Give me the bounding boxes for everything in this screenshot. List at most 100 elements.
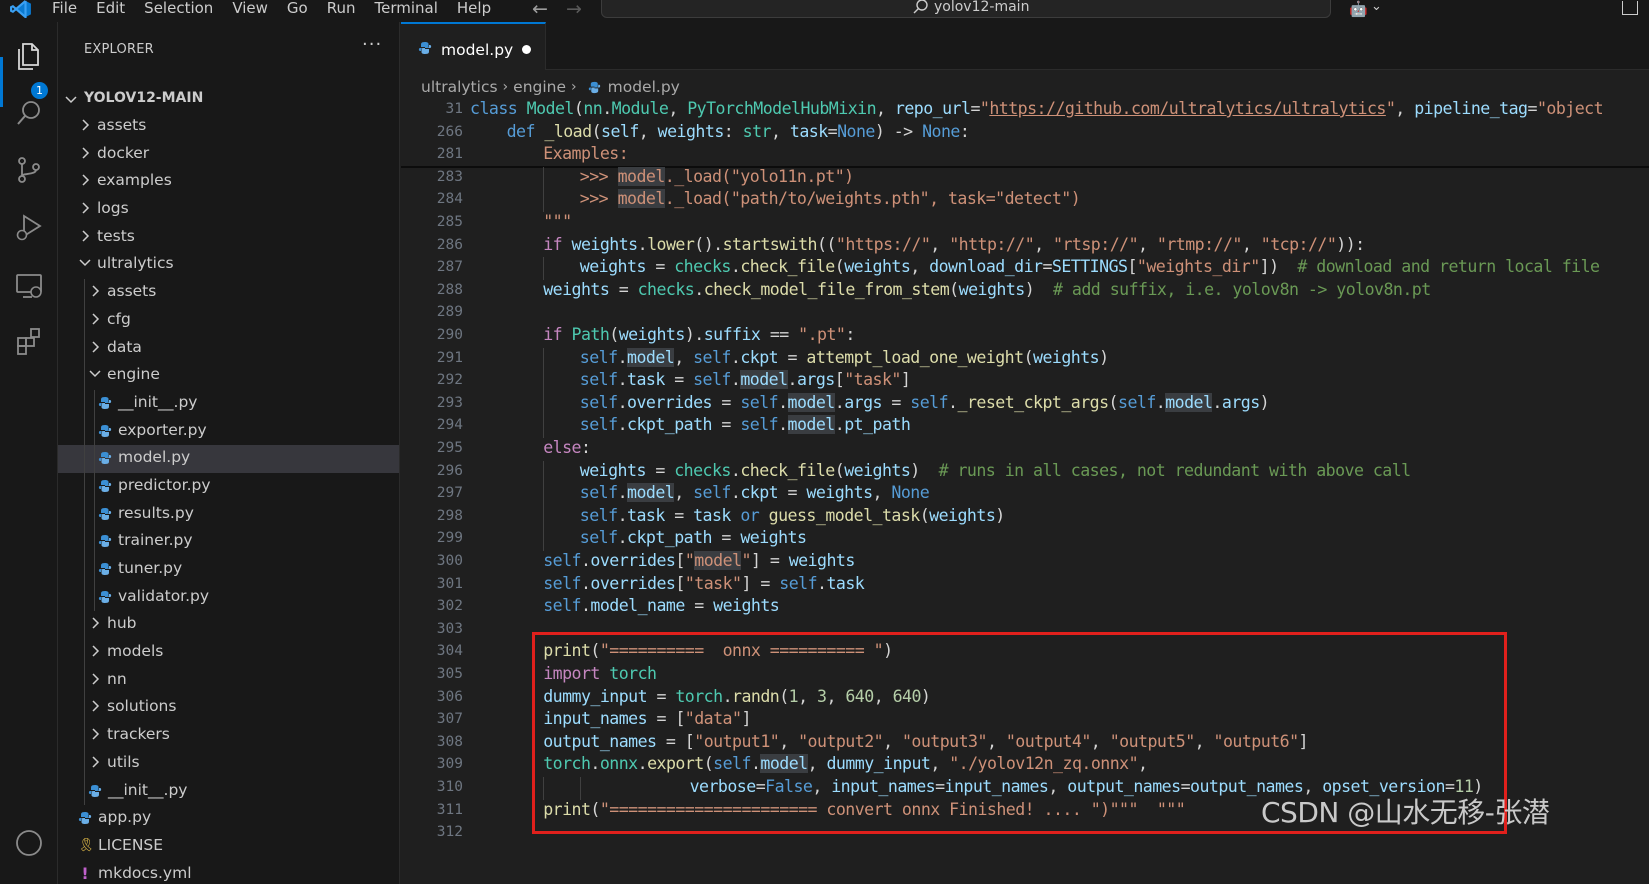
menu-edit[interactable]: Edit (96, 0, 125, 16)
more-actions-icon[interactable]: ··· (362, 34, 382, 55)
code-token: >>> (579, 166, 618, 186)
menu-run[interactable]: Run (327, 0, 356, 16)
chevron-right-icon (92, 617, 100, 629)
code-token: self (579, 483, 618, 503)
breadcrumb-ultralytics[interactable]: ultralytics (421, 78, 498, 96)
menu-go[interactable]: Go (287, 0, 308, 16)
indent-guide (543, 370, 545, 393)
line-number: 293 (436, 394, 463, 411)
tab-model-py[interactable]: model.py (401, 22, 546, 70)
line-number: 307 (436, 711, 463, 728)
chevron-right-icon (92, 700, 100, 712)
tree-file-model-py[interactable]: model.py (58, 445, 399, 473)
tree-folder-assets[interactable]: assets (58, 113, 399, 141)
tree-file-license[interactable]: 🎗 LICENSE (58, 833, 399, 861)
remote-explorer-icon[interactable] (13, 270, 45, 302)
menu-file[interactable]: File (52, 0, 77, 16)
menu-help[interactable]: Help (457, 0, 491, 16)
code-token: # download and return local file (1297, 257, 1600, 277)
tree-file-tuner-py[interactable]: tuner.py (58, 556, 399, 584)
account-icon[interactable] (13, 827, 45, 859)
tree-file-mkdocs-yml[interactable]: ! mkdocs.yml (58, 861, 399, 884)
tree-folder-ultralytics[interactable]: ultralytics (58, 251, 399, 279)
code-token: . (694, 279, 704, 299)
code-token: "https://" (835, 234, 931, 254)
tree-file-exporter-py[interactable]: exporter.py (58, 417, 399, 446)
code-token: pt_path (844, 415, 911, 435)
code-token: _load (544, 121, 592, 141)
explorer-files-icon[interactable] (13, 40, 45, 72)
chevron-right-icon (82, 119, 90, 131)
tree-folder-cfg[interactable]: cfg (58, 306, 399, 335)
tree-folder-examples[interactable]: examples (58, 168, 399, 196)
extensions-icon[interactable] (13, 325, 45, 357)
indent-guide (543, 189, 545, 212)
tree-file-validator-py[interactable]: validator.py (58, 583, 399, 612)
tree-file-app-py[interactable]: app.py (58, 805, 399, 833)
tree-item-label: __init__.py (108, 780, 188, 799)
workspace-root[interactable]: YOLOV12-MAIN (58, 86, 399, 114)
tree-folder-nn[interactable]: nn (58, 666, 399, 695)
code-line: 290 if Path(weights).suffix == ".pt": (401, 325, 1649, 348)
code-token: = (645, 257, 675, 277)
line-number: 296 (436, 462, 463, 479)
tree-folder-solutions[interactable]: solutions (58, 694, 399, 723)
tree-folder-data[interactable]: data (58, 334, 399, 363)
unsaved-dot-icon[interactable] (522, 45, 531, 54)
source-control-icon[interactable] (13, 154, 45, 186)
indent-guide (543, 505, 545, 529)
breadcrumb-model-py[interactable]: model.py (608, 78, 680, 96)
back-arrow-icon[interactable]: ← (532, 0, 548, 20)
code-token: = (1042, 257, 1052, 277)
tree-folder-trackers[interactable]: trackers (58, 722, 399, 750)
tree-item-label: nn (107, 669, 127, 688)
code-line: 295 else: (401, 438, 1649, 461)
chevron-right-icon (92, 645, 100, 657)
code-text: >>> model._load("yolo11n.pt") (579, 166, 854, 186)
tree-folder-models[interactable]: models (58, 639, 399, 667)
code-token: task (693, 505, 731, 525)
command-center[interactable]: yolov12-main (601, 0, 1331, 18)
line-number: 299 (436, 530, 463, 547)
menu-terminal[interactable]: Terminal (375, 0, 438, 16)
chevron-down-icon (79, 259, 91, 267)
tree-folder-utils[interactable]: utils (58, 749, 399, 778)
tree-item-label: assets (107, 282, 157, 301)
breadcrumb-engine[interactable]: engine (513, 78, 566, 96)
code-token: """ (543, 212, 572, 231)
code-token: ] = (741, 573, 780, 593)
tree-file-trainer-py[interactable]: trainer.py (58, 528, 399, 556)
tree-folder-logs[interactable]: logs (58, 196, 399, 224)
code-text: class Model(nn.Module, PyTorchModelHubMi… (470, 99, 1604, 118)
code-token: else (543, 438, 581, 457)
search-icon[interactable] (13, 97, 45, 129)
code-token: . (617, 392, 628, 412)
code-token: https://github.com/ultralytics/ultralyti… (989, 99, 1386, 118)
menu-selection[interactable]: Selection (144, 0, 213, 16)
tree-file-init-py[interactable]: __init__.py (58, 389, 399, 418)
tree-file-predictor-py[interactable]: predictor.py (58, 472, 399, 501)
tree-file-results-py[interactable]: results.py (58, 500, 399, 529)
tree-folder-tests[interactable]: tests (58, 224, 399, 252)
menu-view[interactable]: View (232, 0, 268, 16)
chevron-down-icon[interactable]: ⌄ (1371, 0, 1382, 14)
code-token: task (789, 121, 828, 141)
forward-arrow-icon[interactable]: → (566, 0, 582, 20)
layout-toggle-icon[interactable] (1622, 1, 1638, 15)
code-token: pipeline_tag (1414, 99, 1528, 118)
line-number: 310 (436, 779, 463, 795)
run-debug-icon[interactable] (13, 211, 45, 243)
vscode-logo-icon[interactable] (10, 0, 32, 18)
code-line: 298 self.task = task or guess_model_task(… (401, 505, 1649, 529)
code-token: . (948, 392, 958, 412)
tree-folder-engine[interactable]: engine (58, 362, 399, 390)
tree-file-init-py[interactable]: __init__.py (58, 777, 399, 806)
tree-folder-docker[interactable]: docker (58, 141, 399, 169)
tree-folder-assets[interactable]: assets (58, 279, 399, 307)
copilot-icon[interactable]: 🤖 (1349, 0, 1368, 18)
code-token: model (787, 392, 835, 412)
tree-folder-hub[interactable]: hub (58, 611, 399, 640)
code-token: ) (1024, 279, 1054, 299)
line-number: 306 (436, 688, 463, 705)
indent-guide (543, 392, 545, 416)
